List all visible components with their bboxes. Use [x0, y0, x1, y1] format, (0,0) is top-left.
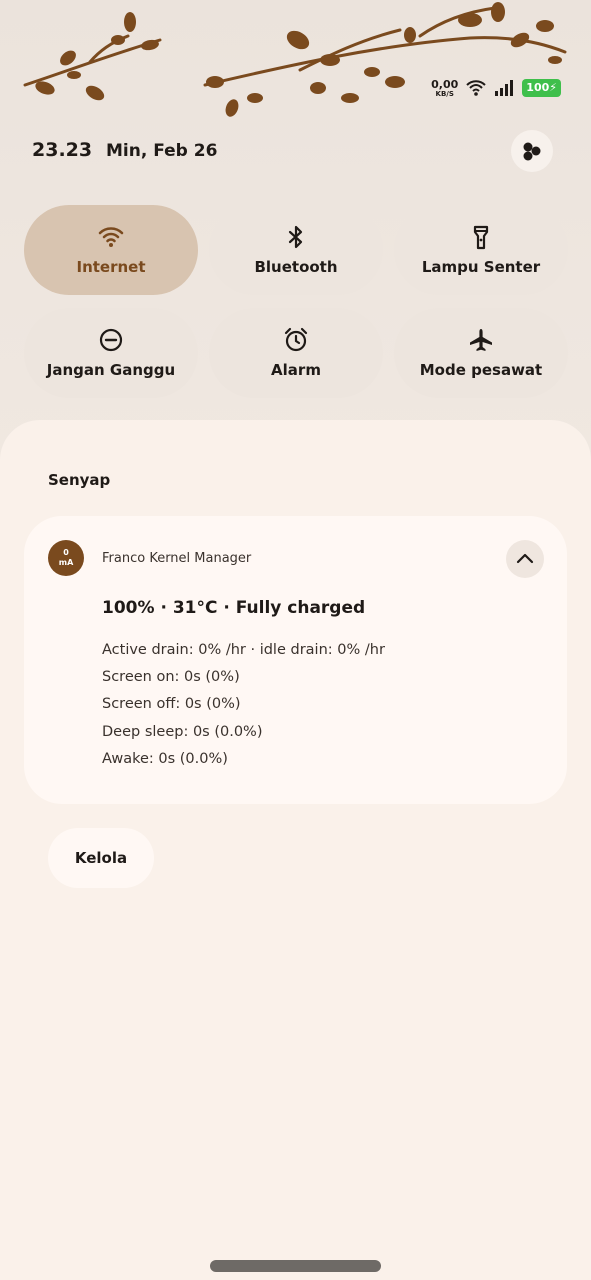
notification-line-deep-sleep: Deep sleep: 0s (0.0%) — [102, 724, 263, 740]
tile-label: Mode pesawat — [419, 361, 543, 379]
notification-line-screen-off: Screen off: 0s (0%) — [102, 696, 241, 712]
notification-line-awake: Awake: 0s (0.0%) — [102, 751, 228, 767]
tile-flashlight[interactable]: Lampu Senter — [394, 205, 568, 295]
collapse-button[interactable] — [506, 540, 544, 578]
manage-button[interactable]: Kelola — [48, 828, 154, 888]
tile-label: Jangan Ganggu — [46, 361, 176, 379]
clock: 23.23 — [32, 139, 93, 161]
network-speed-value: 0,00 — [431, 77, 459, 91]
tile-label: Internet — [76, 258, 146, 276]
wifi-status-icon — [466, 80, 487, 96]
notification-line-active-drain: Active drain: 0% /hr · idle drain: 0% /h… — [102, 642, 385, 658]
network-speed: 0,00 KB/S — [431, 79, 458, 98]
settings-button[interactable] — [511, 130, 553, 172]
tile-label: Alarm — [271, 361, 321, 379]
tile-label: Bluetooth — [254, 258, 338, 276]
tile-airplane-mode[interactable]: Mode pesawat — [394, 308, 568, 398]
notification-app-name: Franco Kernel Manager — [102, 551, 252, 566]
app-icon-value: 0 — [63, 548, 69, 558]
network-speed-unit: KB/S — [435, 89, 454, 98]
customize-icon — [523, 142, 541, 161]
branch-decoration — [23, 2, 567, 117]
notification-title: 100% · 31°C · Fully charged — [102, 598, 366, 618]
notification-line-screen-on: Screen on: 0s (0%) — [102, 669, 240, 685]
airplane-icon — [470, 329, 492, 351]
date[interactable]: Min, Feb 26 — [106, 141, 217, 161]
tile-do-not-disturb[interactable]: Jangan Ganggu — [24, 308, 198, 398]
app-icon: 0 mA — [48, 540, 84, 576]
status-bar: 0,00 KB/S 100⚡ — [431, 74, 561, 102]
battery-indicator: 100⚡ — [522, 79, 561, 97]
tile-alarm[interactable]: Alarm — [209, 308, 383, 398]
do-not-disturb-icon — [99, 328, 123, 352]
tile-label: Lampu Senter — [421, 258, 541, 276]
wifi-icon — [98, 227, 124, 247]
app-icon-unit: mA — [58, 558, 74, 567]
section-title-silent: Senyap — [48, 471, 111, 489]
flashlight-icon — [473, 225, 489, 250]
tile-bluetooth[interactable]: Bluetooth — [209, 205, 383, 295]
tile-internet[interactable]: Internet — [24, 205, 198, 295]
chevron-up-icon — [516, 553, 534, 564]
signal-icon — [495, 80, 514, 96]
battery-level: 100 — [526, 81, 550, 94]
charging-bolt-icon: ⚡ — [549, 81, 557, 94]
alarm-icon — [284, 327, 308, 352]
bluetooth-icon — [288, 225, 303, 249]
navigation-handle[interactable] — [210, 1260, 381, 1272]
